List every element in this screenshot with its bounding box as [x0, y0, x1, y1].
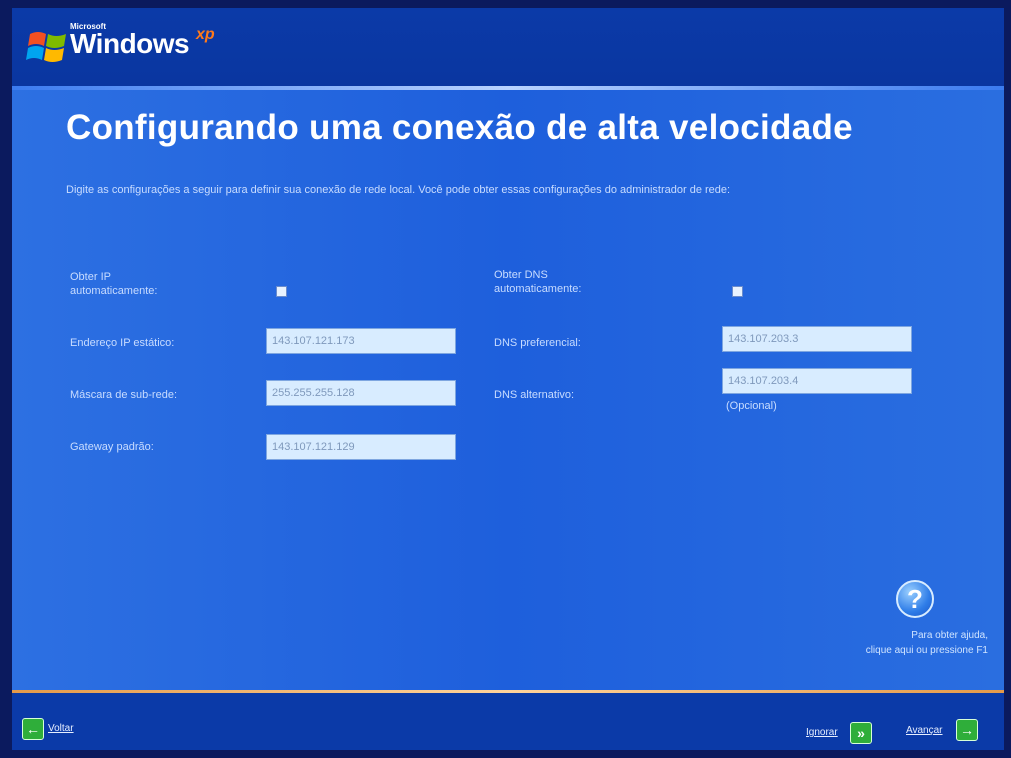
- static-ip-label: Endereço IP estático:: [70, 337, 175, 349]
- auto-dns-checkbox[interactable]: [732, 286, 743, 297]
- auto-ip-label: Obter IP automaticamente:: [70, 271, 158, 297]
- brand-suffix: xp: [196, 26, 215, 43]
- subnet-mask-field[interactable]: 255.255.255.128: [266, 380, 456, 406]
- subnet-mask-label: Máscara de sub-rede:: [70, 389, 177, 401]
- setup-screen: Microsoft Windows xp Configurando uma co…: [12, 8, 1004, 750]
- alternate-dns-field[interactable]: 143.107.203.4: [722, 368, 912, 394]
- auto-ip-checkbox[interactable]: [276, 286, 287, 297]
- next-button[interactable]: Avançar: [906, 725, 943, 736]
- footer-divider: [12, 690, 1004, 693]
- brand-name: Windows: [70, 28, 190, 59]
- help-link[interactable]: Para obter ajuda, clique aqui ou pressio…: [792, 628, 988, 658]
- gateway-field[interactable]: 143.107.121.129: [266, 434, 456, 460]
- help-text-line1: Para obter ajuda,: [911, 630, 988, 641]
- gateway-label: Gateway padrão:: [70, 441, 154, 453]
- preferred-dns-label: DNS preferencial:: [494, 337, 581, 349]
- static-ip-field[interactable]: 143.107.121.173: [266, 328, 456, 354]
- auto-dns-label: Obter DNS automaticamente:: [494, 269, 582, 295]
- back-button[interactable]: Voltar: [48, 723, 74, 734]
- alternate-dns-label: DNS alternativo:: [494, 389, 575, 401]
- skip-forward-icon[interactable]: »: [850, 722, 872, 744]
- windows-flag-icon: [26, 32, 66, 62]
- preferred-dns-field[interactable]: 143.107.203.3: [722, 326, 912, 352]
- page-title: Configurando uma conexão de alta velocid…: [66, 108, 853, 147]
- optional-note: (Opcional): [726, 400, 777, 412]
- help-text-line2: clique aqui ou pressione F1: [865, 645, 988, 656]
- next-arrow-icon[interactable]: →: [956, 719, 978, 741]
- back-arrow-icon[interactable]: ←: [22, 718, 44, 740]
- help-question-icon[interactable]: ?: [896, 580, 934, 618]
- footer-bar: ← Voltar Ignorar » Avançar →: [12, 690, 1004, 750]
- page-description: Digite as configurações a seguir para de…: [66, 184, 731, 196]
- main-content: Configurando uma conexão de alta velocid…: [12, 90, 1004, 690]
- skip-button[interactable]: Ignorar: [806, 727, 838, 738]
- header-bar: Microsoft Windows xp: [12, 8, 1004, 86]
